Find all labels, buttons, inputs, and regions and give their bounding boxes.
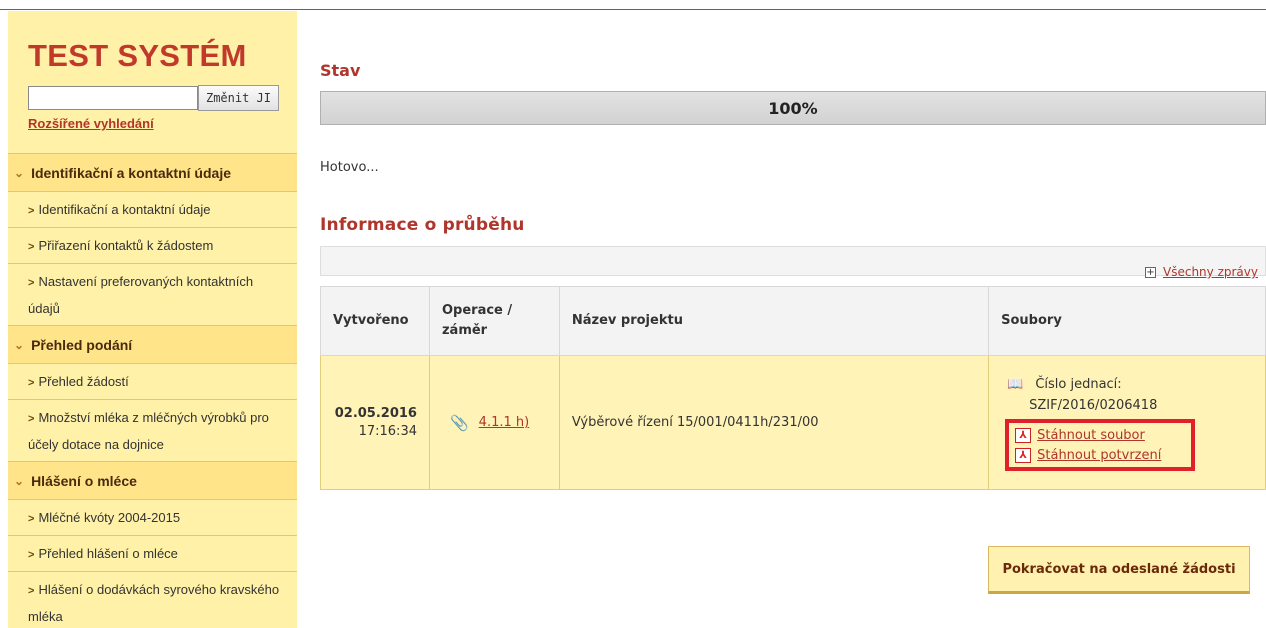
menu-section-submissions[interactable]: ⌄ Přehled podání: [8, 325, 297, 363]
sidebar-item-label: Mléčné kvóty 2004-2015: [38, 510, 181, 525]
expand-icon[interactable]: +: [1145, 266, 1156, 278]
sidebar-item-label: Přehled žádostí: [38, 374, 129, 389]
chevron-right-icon: >: [28, 585, 35, 597]
reference-label: Číslo jednací:: [1035, 377, 1122, 392]
menu-section-label: Přehled podání: [31, 336, 133, 353]
chevron-right-icon: >: [28, 549, 35, 561]
sidebar-item-identification[interactable]: > Identifikační a kontaktní údaje: [8, 191, 297, 227]
all-messages-toggle[interactable]: + Všechny zprávy: [1145, 265, 1258, 279]
app-logo-title: TEST SYSTÉM: [28, 38, 247, 73]
sidebar-item-label: Přehled hlášení o mléce: [38, 546, 178, 561]
download-confirmation-link[interactable]: Stáhnout potvrzení: [1037, 445, 1161, 466]
progress-label: 100%: [768, 98, 818, 118]
status-heading: Stav: [320, 61, 361, 80]
reference-number: SZIF/2016/0206418: [1029, 398, 1158, 413]
sidebar-item-label: Hlášení o dodávkách syrového kravského m…: [28, 582, 280, 624]
sidebar-item-milk-reports-overview[interactable]: > Přehled hlášení o mléce: [8, 535, 297, 571]
column-header-created: Vytvořeno: [320, 286, 430, 356]
created-time: 17:16:34: [358, 424, 417, 439]
attachment-icon: 📎: [449, 413, 469, 432]
progress-table: Vytvořeno Operace / záměr Název projektu…: [320, 286, 1266, 490]
download-confirmation-item[interactable]: ⅄ Stáhnout potvrzení: [1015, 445, 1191, 465]
chevron-right-icon: >: [28, 277, 35, 289]
continue-to-submitted-button[interactable]: Pokračovat na odeslané žádosti: [988, 546, 1250, 594]
files-cell: 📖 Číslo jednací: SZIF/2016/0206418 ⅄ Stá…: [988, 355, 1266, 490]
column-header-project: Název projektu: [558, 286, 990, 356]
sidebar-item-milk-products[interactable]: > Množství mléka z mléčných výrobků pro ú…: [8, 399, 297, 461]
sidebar-item-applications[interactable]: > Přehled žádostí: [8, 363, 297, 399]
chevron-right-icon: >: [28, 241, 35, 253]
sidebar-item-label: Množství mléka z mléčných výrobků pro úč…: [28, 410, 269, 452]
sidebar-item-contact-assignment[interactable]: > Přiřazení kontaktů k žádostem: [8, 227, 297, 263]
menu-section-milk-reports[interactable]: ⌄ Hlášení o mléce: [8, 461, 297, 499]
created-date: 02.05.2016: [334, 406, 417, 421]
column-header-operation: Operace / záměr: [428, 286, 560, 356]
sidebar-menu: ⌄ Identifikační a kontaktní údaje > Ident…: [8, 153, 297, 628]
sidebar-item-raw-milk-deliveries[interactable]: > Hlášení o dodávkách syrového kravského …: [8, 571, 297, 628]
column-header-files: Soubory: [988, 286, 1266, 356]
chevron-right-icon: >: [28, 413, 35, 425]
download-file-item[interactable]: ⅄ Stáhnout soubor: [1015, 425, 1191, 445]
status-message: Hotovo...: [320, 160, 379, 175]
sidebar-item-label: Identifikační a kontaktní údaje: [38, 202, 211, 217]
sidebar-item-milk-quotas[interactable]: > Mléčné kvóty 2004-2015: [8, 499, 297, 535]
chevron-right-icon: >: [28, 205, 35, 217]
project-name-cell: Výběrové řízení 15/001/0411h/231/00: [558, 355, 990, 490]
chevron-right-icon: >: [28, 513, 35, 525]
search-input[interactable]: [28, 86, 198, 110]
download-highlight-box: ⅄ Stáhnout soubor ⅄ Stáhnout potvrzení: [1005, 419, 1196, 471]
advanced-search-link[interactable]: Rozšířené vyhledání: [28, 116, 154, 131]
table-row: 02.05.2016 17:16:34 📎 4.1.1 h) Výběrové …: [320, 355, 1266, 490]
all-messages-link[interactable]: Všechny zprávy: [1163, 265, 1258, 279]
messages-bar: [320, 246, 1266, 276]
chevron-right-icon: >: [28, 377, 35, 389]
created-cell: 02.05.2016 17:16:34: [320, 355, 430, 490]
table-header-row: Vytvořeno Operace / záměr Název projektu…: [320, 286, 1266, 356]
book-icon: 📖: [1007, 377, 1024, 392]
progress-info-heading: Informace o průběhu: [320, 215, 525, 235]
pdf-icon: ⅄: [1015, 447, 1032, 463]
change-ji-button[interactable]: Změnit JI: [198, 85, 279, 111]
sidebar-item-label: Přiřazení kontaktů k žádostem: [38, 238, 214, 253]
top-divider: [0, 9, 1266, 10]
chevron-down-icon: ⌄: [14, 337, 25, 352]
download-file-link[interactable]: Stáhnout soubor: [1037, 425, 1145, 446]
chevron-down-icon: ⌄: [14, 473, 25, 488]
chevron-down-icon: ⌄: [14, 165, 25, 180]
operation-cell: 📎 4.1.1 h): [428, 355, 560, 490]
sidebar: TEST SYSTÉM Změnit JI Rozšířené vyhledán…: [8, 11, 297, 628]
sidebar-item-label: Nastavení preferovaných kontaktních údaj…: [28, 274, 254, 316]
pdf-icon: ⅄: [1015, 427, 1032, 443]
progress-bar: 100%: [320, 91, 1266, 125]
sidebar-item-preferred-contacts[interactable]: > Nastavení preferovaných kontaktních úda…: [8, 263, 297, 325]
menu-section-identification[interactable]: ⌄ Identifikační a kontaktní údaje: [8, 153, 297, 191]
operation-link[interactable]: 4.1.1 h): [479, 415, 530, 430]
menu-section-label: Hlášení o mléce: [31, 472, 137, 489]
menu-section-label: Identifikační a kontaktní údaje: [31, 164, 231, 181]
